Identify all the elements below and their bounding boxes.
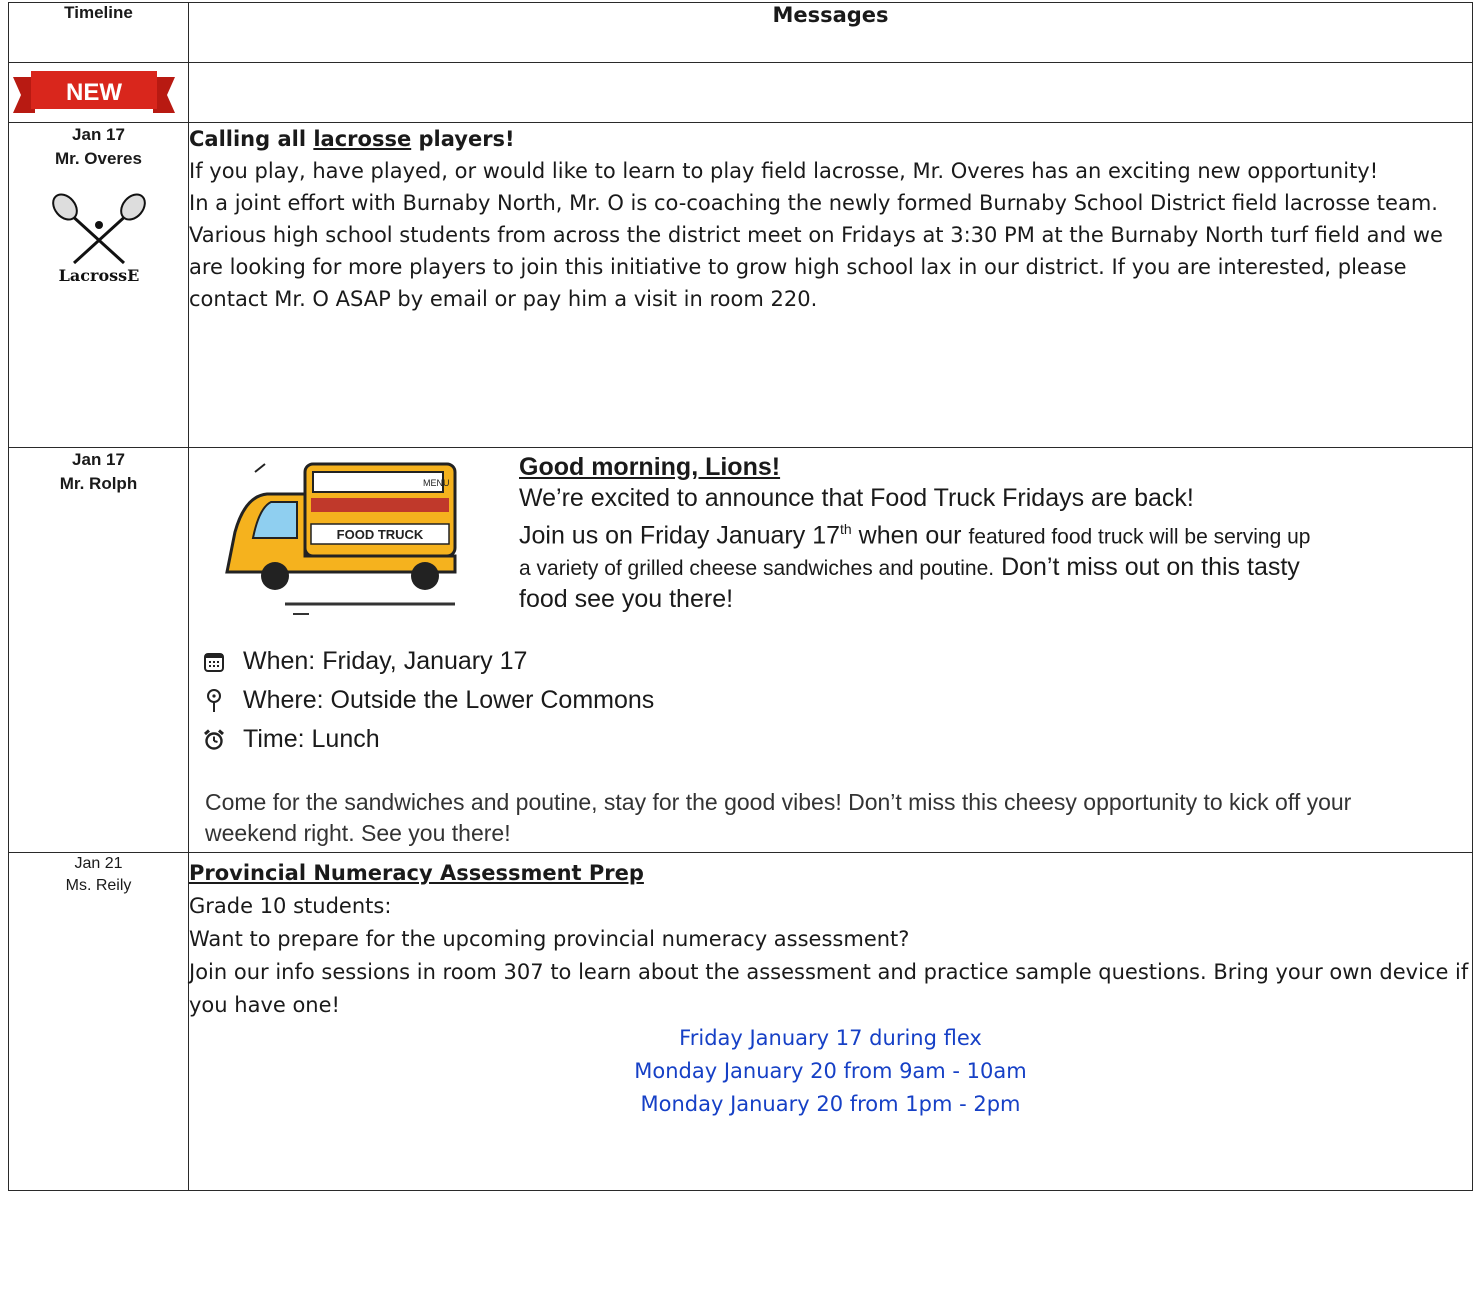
- intro-line: We’re excited to announce that Food Truc…: [519, 484, 1194, 512]
- timeline-header: Timeline: [8, 2, 189, 63]
- calendar-icon: [204, 652, 224, 672]
- timeline-cell: Jan 17 Mr. Overes LacrossE: [8, 122, 189, 448]
- announcements-table: Timeline Messages NEW Jan 17 Mr. Overes: [8, 2, 1473, 1191]
- row-author: Ms. Reily: [65, 877, 132, 894]
- row-author: Mr. Rolph: [59, 474, 138, 493]
- timeline-cell: Jan 21 Ms. Reily: [8, 852, 189, 1191]
- message-line: Join our info sessions in room 307 to le…: [189, 960, 1469, 1017]
- message-row-lacrosse: Jan 17 Mr. Overes LacrossE Calling all l…: [8, 122, 1473, 448]
- alarm-clock-icon: [204, 728, 224, 750]
- session-link[interactable]: Friday January 17 during flex: [189, 1022, 1472, 1055]
- session-link[interactable]: Monday January 20 from 1pm - 2pm: [189, 1088, 1472, 1121]
- header-row: Timeline Messages: [8, 2, 1473, 63]
- new-badge-text: NEW: [66, 79, 122, 106]
- new-row-empty: [188, 62, 1473, 123]
- row-author: Mr. Overes: [55, 149, 142, 168]
- message-title: Provincial Numeracy Assessment Prep: [189, 861, 644, 885]
- new-ribbon-icon: NEW: [13, 71, 175, 113]
- message-line: Want to prepare for the upcoming provinc…: [189, 927, 910, 951]
- closing-text: Come for the sandwiches and poutine, sta…: [205, 789, 1352, 846]
- message-cell: Provincial Numeracy Assessment Prep Grad…: [188, 852, 1473, 1191]
- messages-header: Messages: [188, 2, 1473, 63]
- new-badge-cell: NEW: [8, 62, 189, 123]
- detail-time: Time: Lunch: [203, 720, 1472, 759]
- message-paragraph: In a joint effort with Burnaby North, Mr…: [189, 191, 1443, 311]
- truck-menu-text: MENU: [423, 478, 450, 488]
- lacrosse-logo-icon: LacrossE: [51, 193, 146, 285]
- message-title: Good morning, Lions!: [519, 453, 781, 481]
- lacrosse-link[interactable]: lacrosse: [313, 127, 411, 151]
- message-cell: Calling all lacrosse players! If you pla…: [188, 122, 1473, 448]
- message-paragraph: If you play, have played, or would like …: [189, 159, 1379, 183]
- message-cell: MENU FOOD TRUCK Good morning, Lions! We’…: [188, 447, 1473, 853]
- message-row-numeracy: Jan 21 Ms. Reily Provincial Numeracy Ass…: [8, 852, 1473, 1191]
- message-line: Grade 10 students:: [189, 894, 392, 918]
- lacrosse-logo-text: LacrossE: [58, 266, 139, 283]
- truck-label-text: FOOD TRUCK: [337, 527, 424, 542]
- row-date: Jan 21: [74, 855, 123, 872]
- timeline-cell: Jan 17 Mr. Rolph: [8, 447, 189, 853]
- message-title: Calling all lacrosse players!: [189, 127, 515, 151]
- pin-icon: [207, 688, 221, 712]
- food-truck-image: MENU FOOD TRUCK: [225, 462, 457, 615]
- new-row: NEW: [8, 62, 1473, 123]
- message-row-food-truck: Jan 17 Mr. Rolph MENU FOOD TRUCK Good mo…: [8, 447, 1473, 853]
- detail-when: When: Friday, January 17: [203, 642, 1472, 681]
- row-date: Jan 17: [72, 125, 125, 144]
- row-date: Jan 17: [72, 450, 125, 469]
- session-link[interactable]: Monday January 20 from 9am - 10am: [189, 1055, 1472, 1088]
- detail-where: Where: Outside the Lower Commons: [203, 681, 1472, 720]
